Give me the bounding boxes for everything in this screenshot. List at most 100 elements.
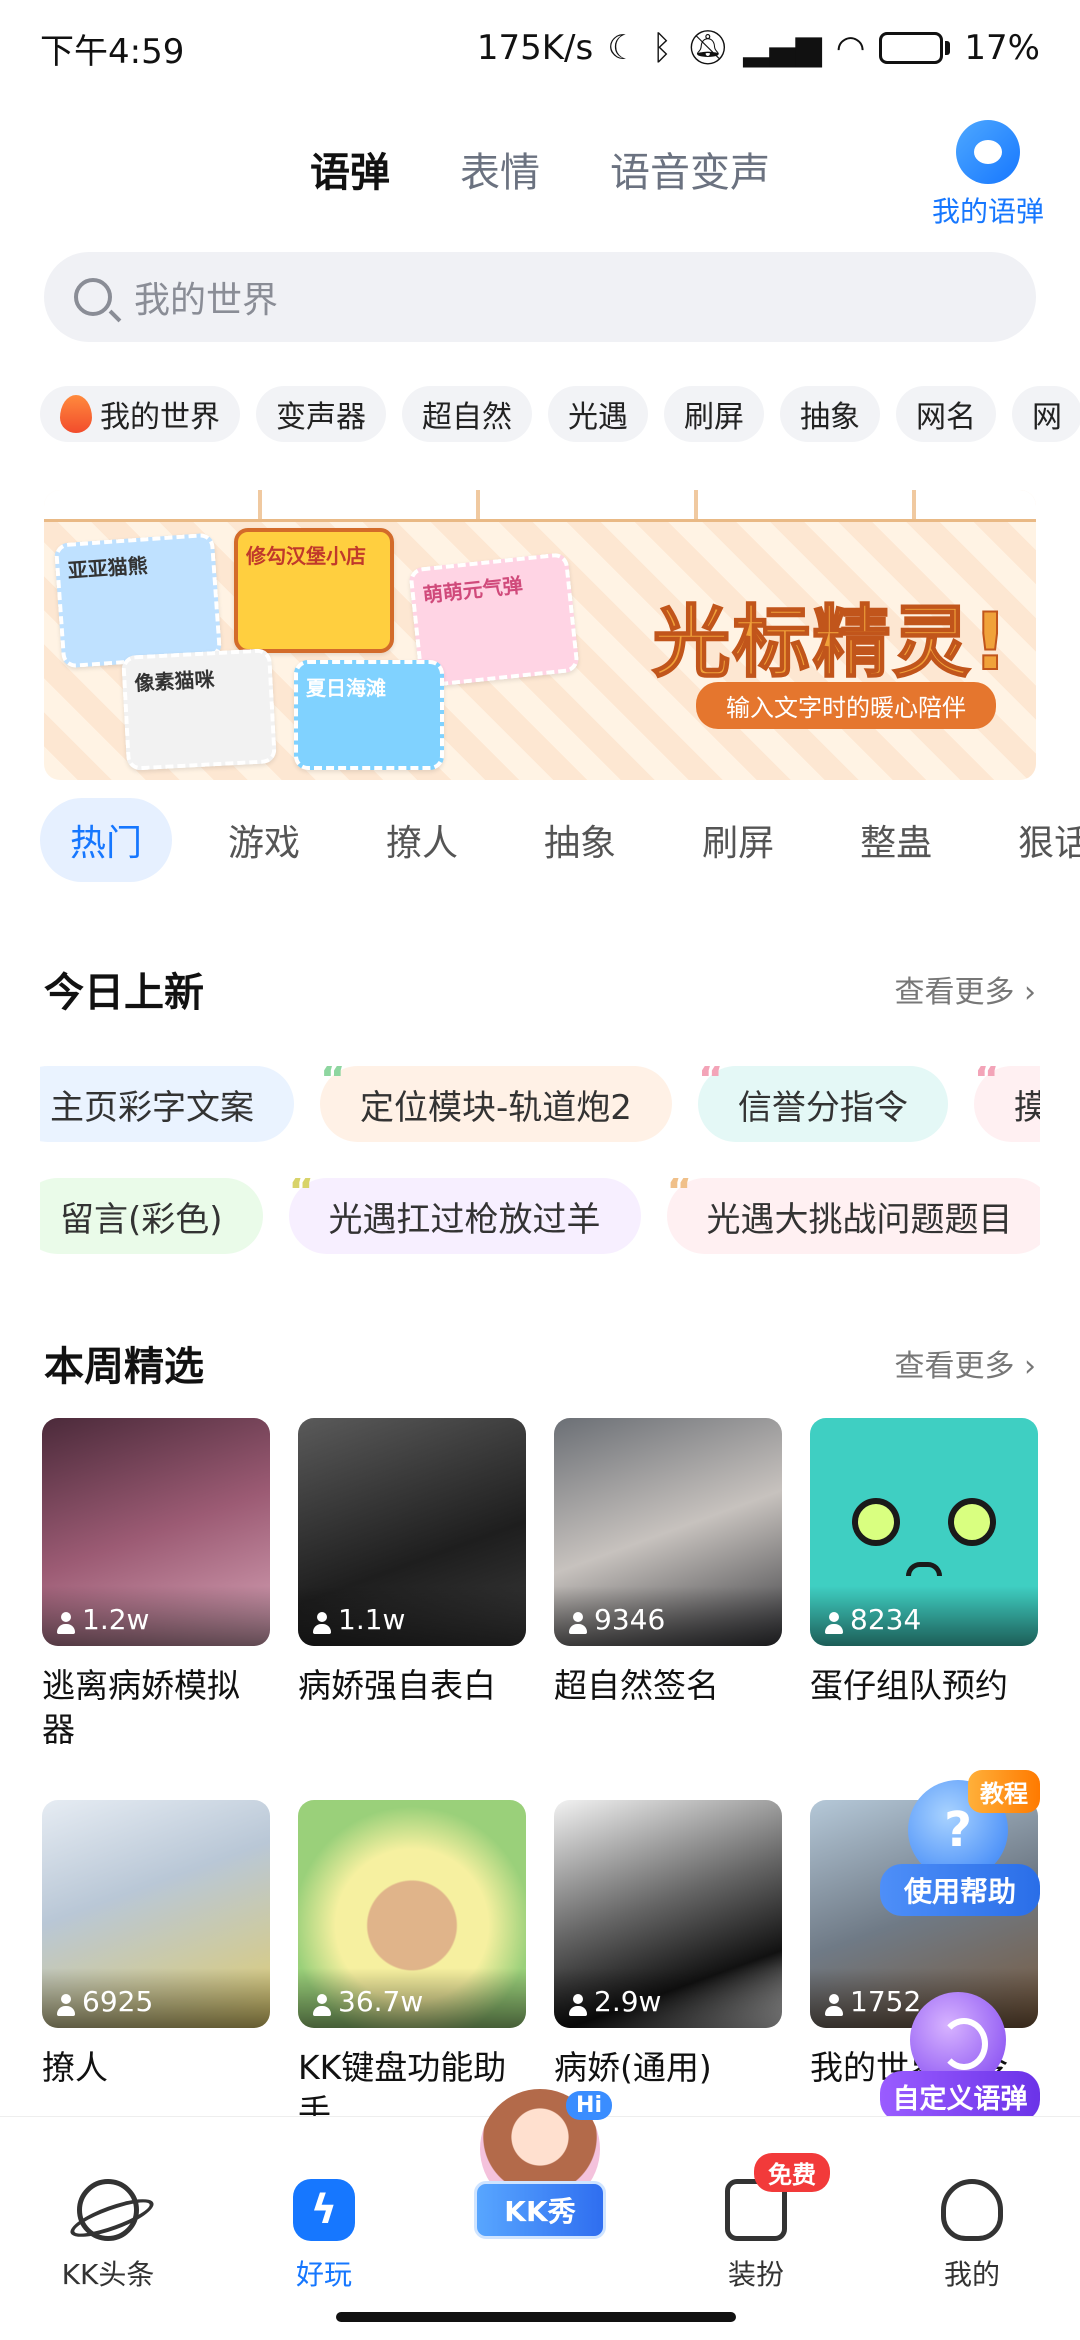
home-indicator[interactable] <box>336 2312 736 2322</box>
top-tabs: 语弹 表情 语音变声 <box>0 140 1080 202</box>
pill-label: 光遇大挑战问题题目 <box>706 1199 1013 1240</box>
list-item[interactable]: “ 摸 <box>973 1066 1040 1142</box>
card-title: 蛋仔组队预约 <box>810 1666 1008 1705</box>
today-new-row-2: 留言(彩色) “ 光遇扛过枪放过羊 “ 光遇大挑战问题题目 <box>40 1178 1040 1260</box>
user-icon <box>568 1612 588 1636</box>
pill-label: 留言(彩色) <box>60 1199 223 1240</box>
card-title: 撩人 <box>42 2048 108 2087</box>
weekly-header: 本周精选 查看更多 <box>44 1334 1036 1392</box>
usage-count: 2.9w <box>554 1968 782 2028</box>
category-tab-flirt[interactable]: 撩人 <box>356 798 488 882</box>
quote-icon: “ <box>666 1178 693 1215</box>
card-thumbnail: 8234 <box>810 1418 1038 1646</box>
bluetooth-icon: ᛒ <box>651 28 673 68</box>
pill-label: 主页彩字文案 <box>50 1087 254 1128</box>
weekly-card[interactable]: 6925 撩人 <box>42 1800 270 2134</box>
pill-label: 信誉分指令 <box>737 1087 908 1128</box>
category-tab-prank[interactable]: 整蛊 <box>830 798 962 882</box>
card-thumbnail: 1.2w <box>42 1418 270 1646</box>
help-float-button[interactable]: ? 教程 使用帮助 <box>880 1770 1040 1920</box>
status-bar: 下午4:59 175K/s ☾ ᛒ 🔕︎ ▂▄▆ ◠ 17% <box>0 0 1080 96</box>
fire-icon <box>60 395 92 433</box>
user-icon <box>824 1612 844 1636</box>
card-thumbnail: 1.1w <box>298 1418 526 1646</box>
promo-banner[interactable]: 亚亚猫熊 修勾汉堡小店 萌萌元气弹 像素猫咪 夏日海滩 光标精灵! 输入文字时的… <box>44 490 1036 780</box>
quote-icon: “ <box>697 1066 725 1103</box>
list-item[interactable]: “ 定位模块-轨道炮2 <box>320 1066 672 1142</box>
chip-supernatural[interactable]: 超自然 <box>402 386 532 442</box>
list-item[interactable]: “ 光遇扛过枪放过羊 <box>288 1178 641 1254</box>
hi-badge: Hi <box>566 2091 612 2120</box>
banner-sticker: 夏日海滩 <box>294 660 444 770</box>
list-item[interactable]: “ 信誉分指令 <box>697 1066 948 1142</box>
chip-voice-changer[interactable]: 变声器 <box>256 386 386 442</box>
list-item[interactable]: 主页彩字文案 <box>40 1066 294 1142</box>
chip-spam[interactable]: 刷屏 <box>664 386 764 442</box>
category-tab-abstract[interactable]: 抽象 <box>514 798 646 882</box>
category-tab-hot[interactable]: 热门 <box>40 798 173 882</box>
weekly-card[interactable]: 36.7w KK键盘功能助手 <box>298 1800 526 2134</box>
chat-bubble-icon <box>956 120 1020 184</box>
custom-yudan-float-button[interactable]: 自定义语弹 <box>880 1992 1040 2122</box>
today-new-row-1: 主页彩字文案 “ 定位模块-轨道炮2 “ 信誉分指令 “ 摸 <box>40 1066 1040 1148</box>
list-item[interactable]: 留言(彩色) <box>40 1178 263 1254</box>
user-icon <box>312 1612 332 1636</box>
my-yudan-button[interactable]: 我的语弹 <box>928 120 1048 230</box>
user-icon <box>56 1994 76 2018</box>
nav-label: 好玩 <box>295 2258 352 2291</box>
battery-percent: 17% <box>964 28 1040 68</box>
usage-count: 36.7w <box>298 1968 526 2028</box>
chip-more[interactable]: 网 <box>1012 386 1080 442</box>
nav-label: KK头条 <box>61 2258 155 2291</box>
weekly-card[interactable]: 2.9w 病娇(通用) <box>554 1800 782 2134</box>
weekly-card[interactable]: 1.1w 病娇强自表白 <box>298 1418 526 1752</box>
chip-label: 我的世界 <box>100 400 220 435</box>
quote-icon: “ <box>320 1066 347 1103</box>
weekly-card[interactable]: 8234 蛋仔组队预约 <box>810 1418 1038 1752</box>
help-label: 使用帮助 <box>880 1864 1040 1916</box>
category-tab-harsh[interactable]: 狠话 <box>988 798 1080 882</box>
tab-voice-changer[interactable]: 语音变声 <box>610 140 770 198</box>
nav-profile[interactable]: 我的 <box>892 2179 1052 2293</box>
net-speed: 175K/s <box>476 28 594 68</box>
pill-label: 定位模块-轨道炮2 <box>360 1087 632 1128</box>
ghost-icon <box>941 2179 1003 2241</box>
chip-abstract[interactable]: 抽象 <box>780 386 880 442</box>
card-thumbnail: 6925 <box>42 1800 270 2028</box>
usage-count: 6925 <box>42 1968 270 2028</box>
card-thumbnail: 2.9w <box>554 1800 782 2028</box>
search-icon <box>74 278 112 316</box>
chip-nickname[interactable]: 网名 <box>896 386 996 442</box>
tab-biaoqing[interactable]: 表情 <box>460 140 540 198</box>
nav-dress-up[interactable]: 免费 装扮 <box>676 2153 836 2293</box>
list-item[interactable]: “ 光遇大挑战问题题目 <box>666 1178 1040 1254</box>
chip-sky[interactable]: 光遇 <box>548 386 648 442</box>
weekly-card[interactable]: 9346 超自然签名 <box>554 1418 782 1752</box>
usage-count: 1.2w <box>42 1586 270 1646</box>
pill-label: 光遇扛过枪放过羊 <box>328 1199 601 1240</box>
nav-kk-headlines[interactable]: KK头条 <box>28 2179 188 2293</box>
section-title: 今日上新 <box>44 970 204 1016</box>
category-tab-spam[interactable]: 刷屏 <box>672 798 804 882</box>
see-more-link[interactable]: 查看更多 <box>894 1341 1036 1385</box>
signal-icon: ▂▄▆ <box>743 28 822 68</box>
category-tab-game[interactable]: 游戏 <box>198 798 330 882</box>
chip-minecraft[interactable]: 我的世界 <box>40 386 240 442</box>
wifi-icon: ◠ <box>835 28 866 68</box>
nav-label: 我的 <box>943 2258 1000 2291</box>
search-input[interactable]: 我的世界 <box>44 252 1036 342</box>
tab-yudan[interactable]: 语弹 <box>310 140 390 202</box>
user-icon <box>824 1994 844 2018</box>
weekly-card[interactable]: 1.2w 逃离病娇模拟器 <box>42 1418 270 1752</box>
see-more-link[interactable]: 查看更多 <box>894 967 1036 1011</box>
nav-kk-show[interactable]: Hi KK秀 <box>468 2089 612 2239</box>
user-icon <box>56 1612 76 1636</box>
moon-icon: ☾ <box>607 28 638 68</box>
today-new-header: 今日上新 查看更多 <box>44 960 1036 1018</box>
section-title: 本周精选 <box>44 1344 204 1390</box>
angry-face-icon <box>846 1478 1002 1588</box>
card-title: 逃离病娇模拟器 <box>42 1666 240 1749</box>
category-tabs: 热门 游戏 撩人 抽象 刷屏 整蛊 狠话 <box>40 798 1080 882</box>
quote-icon: “ <box>973 1066 1001 1103</box>
nav-fun[interactable]: ϟ 好玩 <box>244 2179 404 2293</box>
